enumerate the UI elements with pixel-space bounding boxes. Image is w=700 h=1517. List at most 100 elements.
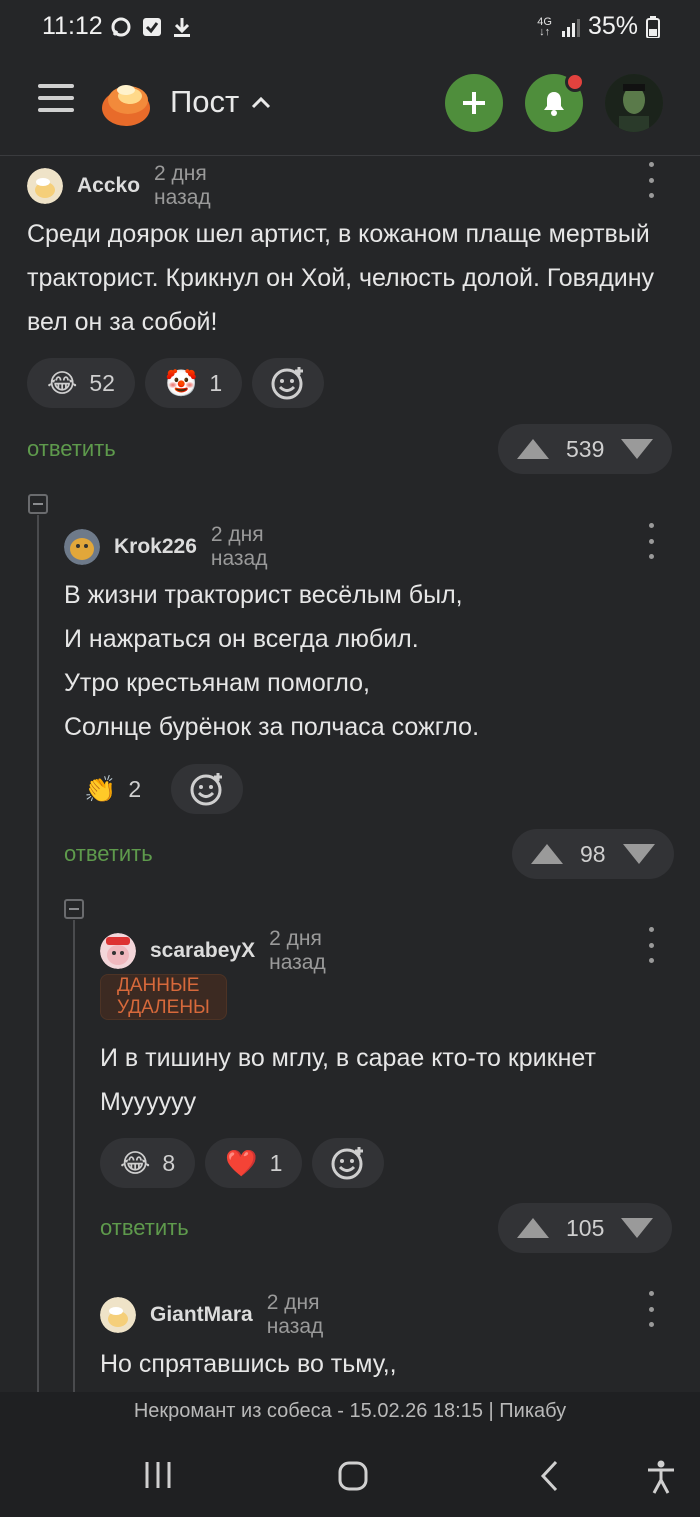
system-navigation-bar	[0, 1432, 700, 1517]
comment-text: Среди доярок шел артист, в кожаном плаще…	[27, 220, 655, 336]
clown-face-icon: 🤡	[164, 367, 198, 398]
comment-username[interactable]: Krok226	[114, 535, 197, 559]
avatar[interactable]	[100, 1297, 136, 1333]
rating-value: 105	[566, 1214, 605, 1241]
network-type: 4G ↓↑	[537, 15, 552, 38]
home-icon[interactable]	[337, 1460, 369, 1492]
add-reaction-button[interactable]	[252, 358, 325, 408]
laughing-face-icon: 😂	[47, 367, 78, 398]
avatar[interactable]	[27, 168, 63, 204]
hamburger-menu-icon[interactable]	[38, 84, 74, 120]
reactions: 👏 2	[64, 764, 244, 814]
header-title[interactable]: Пост	[170, 84, 271, 120]
app-header: Пост	[0, 56, 700, 156]
user-avatar[interactable]	[605, 74, 663, 132]
comment-username[interactable]: Accko	[77, 174, 140, 198]
reply-button[interactable]: ответить	[27, 436, 116, 462]
downvote-arrow-icon[interactable]	[620, 1217, 654, 1239]
status-time: 11:12	[42, 12, 103, 40]
laughing-face-icon: 😂	[120, 1147, 151, 1178]
add-reaction-button[interactable]	[312, 1138, 385, 1188]
comment-header: scarabeyX 2 дня назад	[100, 927, 326, 975]
upvote-arrow-icon[interactable]	[516, 438, 550, 460]
reaction-count: 1	[269, 1149, 283, 1176]
download-icon	[174, 18, 190, 37]
avatar-icon	[64, 529, 100, 565]
accessibility-icon[interactable]	[646, 1460, 676, 1494]
comment-date[interactable]: 2 дня назад	[267, 1291, 324, 1339]
rating-value: 539	[566, 435, 605, 462]
signal-icon	[561, 18, 580, 37]
status-right: 4G ↓↑ 35%	[537, 12, 660, 41]
screenshot-caption: Некромант из собеса - 15.02.26 18:15 | П…	[0, 1392, 700, 1432]
chevron-up-icon	[252, 96, 271, 109]
collapse-thread-button[interactable]	[28, 494, 48, 514]
comment-header: Krok226 2 дня назад	[64, 523, 268, 571]
status-notification-icons	[110, 16, 192, 38]
downvote-arrow-icon[interactable]	[620, 438, 654, 460]
avatar[interactable]	[100, 933, 136, 969]
comment-username[interactable]: scarabeyX	[150, 939, 255, 963]
status-badge: ДАННЫЕ УДАЛЕНЫ	[100, 974, 227, 1020]
chat-bubble-icon	[111, 17, 131, 37]
avatar-icon	[27, 168, 63, 204]
comment-text: Но спрятавшись во тьму,,	[100, 1350, 397, 1378]
collapse-thread-button[interactable]	[64, 899, 84, 919]
notification-dot	[565, 72, 585, 92]
more-options-icon[interactable]	[641, 523, 661, 559]
recent-apps-icon[interactable]	[143, 1460, 173, 1490]
thread-line	[37, 515, 39, 1392]
rating-control: 105	[498, 1203, 673, 1253]
reaction-clown[interactable]: 🤡 1	[144, 358, 243, 408]
comment-header: GiantMara 2 дня назад	[100, 1291, 323, 1339]
red-heart-icon: ❤️	[225, 1147, 258, 1178]
reaction-laughing[interactable]: 😂 8	[100, 1138, 196, 1188]
plus-icon	[463, 92, 485, 114]
more-options-icon[interactable]	[641, 1291, 661, 1327]
page-title: Пост	[170, 84, 240, 119]
rating-value: 98	[580, 840, 606, 867]
downvote-arrow-icon[interactable]	[622, 843, 656, 865]
comment-date[interactable]: 2 дня назад	[154, 162, 211, 210]
reaction-heart[interactable]: ❤️ 1	[205, 1138, 303, 1188]
reply-button[interactable]: ответить	[64, 841, 153, 867]
checkbox-icon	[143, 18, 161, 36]
comment-username[interactable]: GiantMara	[150, 1303, 253, 1327]
reaction-laughing[interactable]: 😂 52	[27, 358, 135, 408]
reaction-count: 52	[89, 369, 115, 396]
avatar-icon	[100, 1297, 136, 1333]
avatar-icon	[100, 933, 136, 969]
comment-date[interactable]: 2 дня назад	[269, 927, 326, 975]
battery-percent: 35%	[587, 12, 638, 40]
upvote-arrow-icon[interactable]	[516, 1217, 550, 1239]
rating-control: 98	[512, 829, 674, 879]
reaction-count: 1	[209, 369, 223, 396]
pikabu-logo-icon[interactable]	[100, 78, 152, 128]
add-post-button[interactable]	[445, 74, 503, 132]
clapping-hands-icon: 👏	[84, 773, 117, 804]
more-options-icon[interactable]	[641, 162, 661, 198]
add-reaction-button[interactable]	[171, 764, 244, 814]
comment-header: Accko 2 дня назад	[27, 162, 211, 210]
battery-icon	[646, 15, 660, 38]
add-emoji-icon	[271, 367, 304, 400]
comment-text: В жизни тракторист весёлым был, И нажрат…	[64, 581, 480, 741]
profile-picture-icon	[605, 74, 663, 132]
upvote-arrow-icon[interactable]	[530, 843, 564, 865]
status-bar: 11:12 4G ↓↑ 35%	[0, 0, 700, 56]
rating-control: 539	[498, 424, 673, 474]
reaction-count: 8	[162, 1149, 176, 1176]
thread-line	[73, 920, 75, 1392]
avatar[interactable]	[64, 529, 100, 565]
more-options-icon[interactable]	[641, 927, 661, 963]
comment-text: И в тишину во мглу, в сарае кто-то крикн…	[100, 1044, 596, 1116]
notifications-button[interactable]	[525, 72, 585, 132]
bell-icon	[544, 92, 564, 116]
reaction-clapping[interactable]: 👏 2	[64, 764, 161, 814]
reactions: 😂 52 🤡 1	[27, 358, 325, 408]
reaction-count: 2	[128, 775, 142, 802]
reply-button[interactable]: ответить	[100, 1215, 189, 1241]
comment-date[interactable]: 2 дня назад	[211, 523, 268, 571]
back-icon[interactable]	[538, 1460, 562, 1492]
reactions: 😂 8 ❤️ 1	[100, 1138, 385, 1188]
